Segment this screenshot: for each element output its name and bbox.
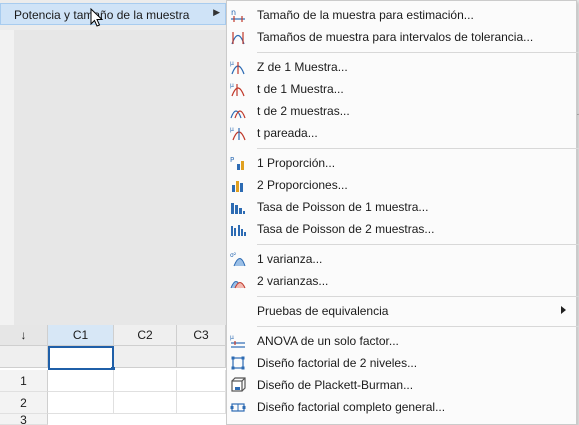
1-variance-icon: σ² bbox=[230, 252, 246, 267]
menu-item-1-variance[interactable]: σ² 1 varianza... bbox=[227, 248, 576, 270]
menu-item-one-way-anova[interactable]: μ ANOVA de un solo factor... bbox=[227, 330, 576, 352]
menu-item-label: Tasa de Poisson de 2 muestras... bbox=[257, 222, 435, 236]
menu-item-label: Tasa de Poisson de 1 muestra... bbox=[257, 200, 429, 214]
column-name-row-header bbox=[0, 346, 48, 368]
svg-text:n: n bbox=[231, 8, 236, 17]
worksheet: ↓ C1 C2 C3 1 2 3 bbox=[0, 325, 226, 425]
menu-item-label: ANOVA de un solo factor... bbox=[257, 334, 399, 348]
menu-item-label: 1 varianza... bbox=[257, 252, 323, 266]
menu-separator bbox=[257, 52, 579, 53]
left-panel-strip bbox=[0, 0, 15, 325]
2-variances-icon bbox=[230, 281, 246, 289]
2-proportions-icon bbox=[232, 181, 243, 192]
menu-item-t-2-samples[interactable]: t de 2 muestras... bbox=[227, 100, 576, 122]
row-header-3[interactable]: 3 bbox=[0, 414, 48, 425]
cell[interactable] bbox=[177, 370, 226, 392]
worksheet-corner-sort-icon[interactable]: ↓ bbox=[0, 325, 48, 346]
z-1-sample-icon: μ bbox=[230, 60, 245, 75]
cell[interactable] bbox=[48, 392, 114, 414]
menu-item-tolerance-intervals[interactable]: Tamaños de muestra para intervalos de to… bbox=[227, 26, 576, 48]
svg-text:P: P bbox=[230, 156, 234, 164]
menu-item-label: t de 2 muestras... bbox=[257, 104, 350, 118]
menu-item-label: Diseño factorial completo general... bbox=[257, 400, 446, 414]
svg-text:μ: μ bbox=[230, 334, 234, 341]
submenu-arrow-icon bbox=[561, 306, 566, 314]
cell[interactable] bbox=[177, 392, 226, 414]
2-level-factorial-icon bbox=[231, 356, 245, 370]
power-sample-size-submenu: n Tamaño de la muestra para estimación..… bbox=[226, 0, 579, 425]
t-2-samples-icon bbox=[230, 110, 246, 119]
menu-item-label: Diseño de Plackett-Burman... bbox=[257, 378, 414, 392]
column-header-c1[interactable]: C1 bbox=[48, 325, 114, 346]
t-1-sample-icon: μ bbox=[230, 82, 245, 97]
menu-item-label: t de 1 Muestra... bbox=[257, 82, 344, 96]
svg-text:μ: μ bbox=[230, 60, 234, 67]
menu-separator bbox=[257, 326, 579, 327]
mouse-pointer-icon bbox=[90, 8, 104, 27]
svg-text:μ: μ bbox=[230, 126, 234, 133]
menu-item-poisson-2-samples[interactable]: Tasa de Poisson de 2 muestras... bbox=[227, 218, 576, 240]
menu-item-label: Pruebas de equivalencia bbox=[257, 304, 389, 318]
menu-item-label: t pareada... bbox=[257, 126, 318, 140]
plackett-burman-icon bbox=[231, 377, 246, 392]
general-full-factorial-icon bbox=[230, 403, 246, 412]
svg-text:σ²: σ² bbox=[230, 252, 237, 259]
1-proportion-icon: P bbox=[230, 156, 244, 170]
menu-item-label: Tamaños de muestra para intervalos de to… bbox=[257, 30, 534, 44]
cell[interactable] bbox=[48, 370, 114, 392]
tolerance-interval-icon bbox=[231, 32, 245, 45]
menu-item-potencia-tamano[interactable]: Potencia y tamaño de la muestra ▶ bbox=[0, 3, 226, 25]
menu-item-2-proportions[interactable]: 2 Proporciones... bbox=[227, 174, 576, 196]
parent-menu: Potencia y tamaño de la muestra ▶ bbox=[0, 0, 226, 30]
menu-item-plackett-burman[interactable]: Diseño de Plackett-Burman... bbox=[227, 374, 576, 396]
cell[interactable] bbox=[114, 392, 177, 414]
sample-size-estimation-icon: n bbox=[231, 8, 245, 22]
column-name-cell[interactable] bbox=[177, 346, 226, 368]
column-header-c2[interactable]: C2 bbox=[114, 325, 177, 346]
poisson-2-samples-icon bbox=[231, 225, 246, 236]
one-way-anova-icon: μ bbox=[230, 334, 245, 348]
menu-item-label: Tamaño de la muestra para estimación... bbox=[257, 8, 474, 22]
menu-item-label: Diseño factorial de 2 niveles... bbox=[257, 356, 418, 370]
menu-separator bbox=[257, 244, 579, 245]
menu-item-general-full-factorial[interactable]: Diseño factorial completo general... bbox=[227, 396, 576, 418]
menu-item-paired-t[interactable]: μ t pareada... bbox=[227, 122, 576, 144]
menu-item-poisson-1-sample[interactable]: Tasa de Poisson de 1 muestra... bbox=[227, 196, 576, 218]
menu-separator bbox=[257, 148, 579, 149]
submenu-arrow-icon: ▶ bbox=[213, 7, 220, 17]
svg-text:μ: μ bbox=[230, 82, 234, 89]
menu-item-label: 2 varianzas... bbox=[257, 274, 329, 288]
menu-item-equivalence-tests[interactable]: Pruebas de equivalencia bbox=[227, 300, 576, 322]
menu-item-label: 2 Proporciones... bbox=[257, 178, 348, 192]
menu-item-sample-size-estimation[interactable]: n Tamaño de la muestra para estimación..… bbox=[227, 4, 576, 26]
row-header-2[interactable]: 2 bbox=[0, 392, 48, 414]
menu-item-2-variances[interactable]: 2 varianzas... bbox=[227, 270, 576, 292]
menu-item-1-proportion[interactable]: P 1 Proporción... bbox=[227, 152, 576, 174]
menu-item-2-level-factorial[interactable]: Diseño factorial de 2 niveles... bbox=[227, 352, 576, 374]
menu-item-z-1-sample[interactable]: μ Z de 1 Muestra... bbox=[227, 56, 576, 78]
column-name-cell[interactable] bbox=[114, 346, 177, 368]
row-header-1[interactable]: 1 bbox=[0, 370, 48, 392]
paired-t-icon: μ bbox=[230, 126, 246, 141]
menu-item-label: Z de 1 Muestra... bbox=[257, 60, 348, 74]
poisson-1-sample-icon bbox=[231, 203, 245, 214]
menu-item-label: 1 Proporción... bbox=[257, 156, 336, 170]
menu-item-t-1-sample[interactable]: μ t de 1 Muestra... bbox=[227, 78, 576, 100]
active-cell[interactable] bbox=[48, 346, 114, 370]
column-header-c3[interactable]: C3 bbox=[177, 325, 226, 346]
cell[interactable] bbox=[114, 370, 177, 392]
menu-separator bbox=[257, 296, 579, 297]
